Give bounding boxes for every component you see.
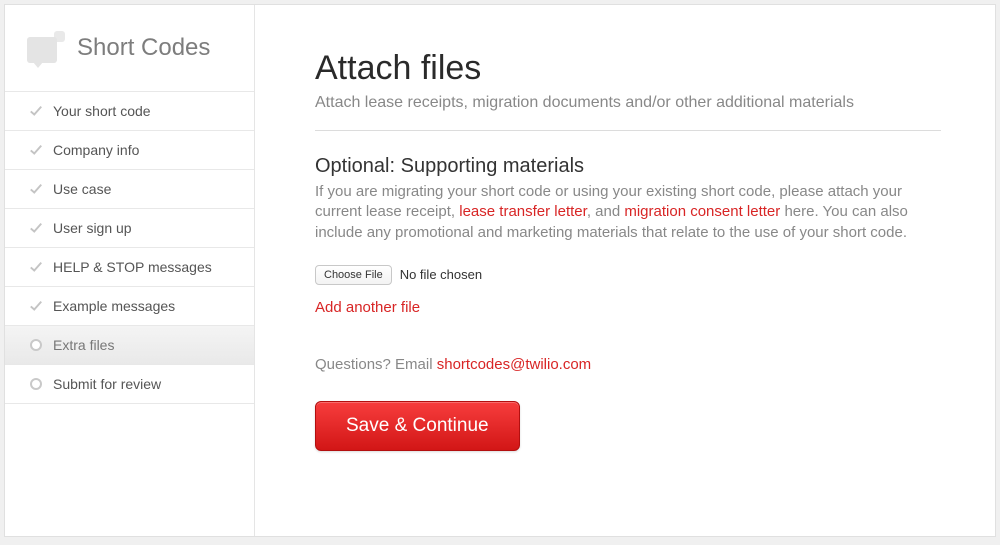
main-content: Attach files Attach lease receipts, migr… bbox=[255, 5, 995, 536]
check-icon bbox=[29, 221, 43, 235]
check-icon bbox=[29, 104, 43, 118]
sidebar-item-extra-files[interactable]: Extra files bbox=[5, 326, 254, 365]
app-window: Short Codes Your short code Company info… bbox=[4, 4, 996, 537]
sidebar-item-label: Use case bbox=[53, 181, 111, 197]
save-continue-button[interactable]: Save & Continue bbox=[315, 401, 520, 451]
file-status: No file chosen bbox=[400, 267, 482, 282]
sidebar-item-your-short-code[interactable]: Your short code bbox=[5, 92, 254, 131]
sidebar-item-label: User sign up bbox=[53, 220, 132, 236]
sidebar-item-submit-review[interactable]: Submit for review bbox=[5, 365, 254, 404]
questions-text: Questions? Email shortcodes@twilio.com bbox=[315, 356, 941, 373]
sidebar-item-label: Submit for review bbox=[53, 376, 161, 392]
check-icon bbox=[29, 143, 43, 157]
sidebar-item-example-messages[interactable]: Example messages bbox=[5, 287, 254, 326]
sidebar-header: Short Codes bbox=[5, 5, 254, 91]
file-input-row: Choose File No file chosen bbox=[315, 265, 941, 285]
sidebar-item-use-case[interactable]: Use case bbox=[5, 170, 254, 209]
page-title: Attach files bbox=[315, 49, 941, 88]
add-another-file-link[interactable]: Add another file bbox=[315, 299, 420, 316]
radio-icon bbox=[29, 338, 43, 352]
section-title: Optional: Supporting materials bbox=[315, 155, 941, 178]
sidebar-item-label: HELP & STOP messages bbox=[53, 259, 212, 275]
choose-file-button[interactable]: Choose File bbox=[315, 265, 392, 285]
sidebar-item-help-stop[interactable]: HELP & STOP messages bbox=[5, 248, 254, 287]
sidebar-item-label: Example messages bbox=[53, 298, 175, 314]
section-body: If you are migrating your short code or … bbox=[315, 182, 941, 243]
radio-icon bbox=[29, 377, 43, 391]
check-icon bbox=[29, 182, 43, 196]
sidebar-item-label: Extra files bbox=[53, 337, 114, 353]
sidebar-item-user-sign-up[interactable]: User sign up bbox=[5, 209, 254, 248]
body-text: , and bbox=[587, 203, 625, 220]
sidebar-title: Short Codes bbox=[77, 34, 210, 62]
sidebar-item-company-info[interactable]: Company info bbox=[5, 131, 254, 170]
migration-consent-link[interactable]: migration consent letter bbox=[624, 203, 780, 220]
chat-bubbles-icon bbox=[27, 31, 65, 65]
divider bbox=[315, 130, 941, 131]
sidebar-item-label: Company info bbox=[53, 142, 139, 158]
contact-email-link[interactable]: shortcodes@twilio.com bbox=[437, 356, 591, 373]
check-icon bbox=[29, 260, 43, 274]
sidebar-item-label: Your short code bbox=[53, 103, 151, 119]
page-subtitle: Attach lease receipts, migration documen… bbox=[315, 94, 941, 112]
sidebar-nav: Your short code Company info Use case Us… bbox=[5, 91, 254, 404]
sidebar: Short Codes Your short code Company info… bbox=[5, 5, 255, 536]
questions-prefix: Questions? Email bbox=[315, 356, 437, 373]
check-icon bbox=[29, 299, 43, 313]
lease-transfer-link[interactable]: lease transfer letter bbox=[459, 203, 587, 220]
